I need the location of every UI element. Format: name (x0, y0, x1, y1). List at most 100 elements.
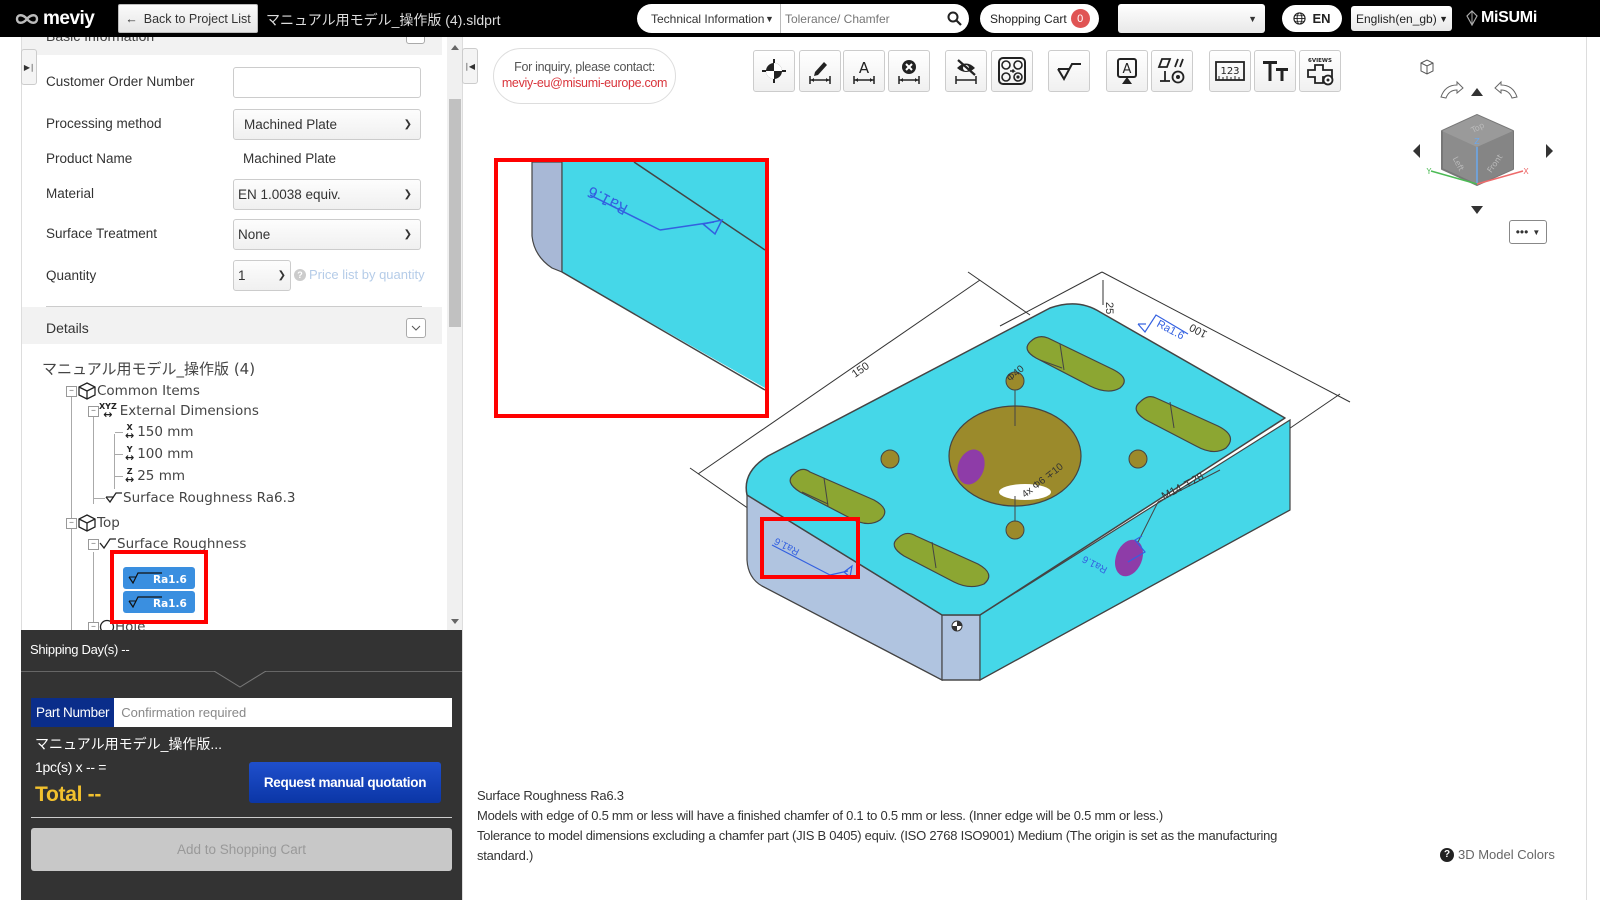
3d-model-colors-link[interactable]: ? 3D Model Colors (1440, 847, 1555, 862)
rotate-up-icon[interactable] (1471, 88, 1483, 96)
cube-icon (78, 382, 96, 400)
processing-method-select[interactable]: Machined Plate ❯ (233, 109, 421, 140)
geometric-tolerance-tool-button[interactable] (1151, 50, 1193, 92)
request-manual-quotation-button[interactable]: Request manual quotation (249, 762, 441, 803)
surface-roughness-tool-button[interactable] (1048, 50, 1090, 92)
quantity-value: 1 (238, 268, 246, 283)
collapse-icon[interactable]: – (66, 385, 77, 397)
shopping-cart-button[interactable]: Shopping Cart 0 (980, 4, 1099, 33)
inquiry-contact: For inquiry, please contact: meviy-eu@mi… (493, 48, 676, 104)
add-to-cart-button[interactable]: Add to Shopping Cart (31, 828, 452, 871)
tree-node-dim-y[interactable]: Y ↔ 100 mm (115, 446, 194, 463)
rotate-right-arrow-icon[interactable] (1546, 144, 1553, 158)
chevron-down-icon: ▼ (765, 13, 774, 24)
more-options-button[interactable]: ••• ▼ (1509, 220, 1547, 244)
details-header[interactable]: Details (22, 307, 442, 344)
text-dimension-tool-button[interactable]: A (843, 50, 885, 92)
locale-select[interactable]: English(en_gb) ▼ (1351, 6, 1452, 31)
home-view-icon[interactable] (1420, 59, 1434, 75)
tree-node-surface-roughness[interactable]: – Surface Roughness (88, 536, 246, 552)
svg-text:6VIEWS: 6VIEWS (1308, 58, 1332, 64)
tree-node-hole[interactable]: – Hole (88, 619, 145, 630)
shipping-days: Shipping Day(s) -- (30, 642, 130, 657)
3d-model[interactable]: 150 100 25 Φ40 4x Φ6 ∓10 M14 ∓28 Ra1.6 R… (680, 260, 1370, 690)
search-button[interactable] (940, 11, 969, 26)
total-price: Total -- (35, 783, 102, 806)
pencil-dimension-icon (809, 62, 831, 84)
customer-order-number-input[interactable] (233, 67, 421, 98)
basic-information-header[interactable]: Basic Information (22, 37, 442, 55)
ra-top-label: Ra1.6 (1155, 318, 1187, 342)
tree-node-dim-x[interactable]: X ↔ 150 mm (115, 423, 194, 442)
hole-label: Hole (115, 619, 146, 630)
rotate-left-icon[interactable] (1440, 80, 1464, 99)
rotate-right-icon[interactable] (1494, 80, 1518, 99)
collapse-icon[interactable]: – (66, 517, 77, 529)
collapse-icon[interactable]: – (88, 538, 99, 550)
search-category-select[interactable]: Technical Information ▼ (637, 4, 781, 33)
tree-item-ra-2[interactable]: Ra1.6 (123, 591, 195, 613)
basic-information-toggle[interactable] (406, 37, 425, 44)
chevron-down-icon: ▼ (1532, 227, 1541, 237)
material-select[interactable]: EN 1.0038 equiv. ❯ (233, 179, 421, 210)
product-name-text: Machined Plate (243, 151, 337, 166)
text-size-tool-button[interactable] (1254, 50, 1296, 92)
tree-node-dim-z[interactable]: Z ↔ 25 mm (115, 468, 185, 485)
scroll-thumb[interactable] (449, 99, 461, 327)
delete-dimension-tool-button[interactable] (888, 50, 930, 92)
expand-panel-button[interactable]: ∣◀ (462, 48, 478, 84)
navigation-cube[interactable]: Top Left Front Z Y X (1405, 55, 1565, 225)
svg-text:A: A (859, 59, 870, 77)
search-icon (947, 11, 962, 26)
common-items-label: Common Items (97, 383, 200, 399)
price-list-link[interactable]: ? Price list by quantity (294, 267, 425, 282)
x-dimension-icon: X ↔ (125, 423, 135, 442)
tree-node-external-dimensions[interactable]: – XYZ ↔ External Dimensions (88, 403, 259, 420)
tree-branch (115, 431, 123, 433)
surface-roughness-icon (105, 492, 122, 504)
tree-node-surface-roughness-common[interactable]: Surface Roughness Ra6.3 (93, 490, 295, 506)
hole-pattern-tool-button[interactable] (991, 50, 1033, 92)
ruler-tool-button[interactable]: 123 (1209, 50, 1251, 92)
tree-line (71, 391, 72, 630)
file-title: マニュアル用モデル_操作版 (4).sldprt (266, 12, 501, 28)
note-line: Tolerance to model dimensions excluding … (477, 828, 1278, 863)
tree-item-ra-1[interactable]: Ra1.6 (123, 567, 195, 589)
origin-marker-icon[interactable] (951, 620, 963, 632)
collapse-panel-button[interactable]: ▶∣ (21, 49, 37, 85)
quantity-select[interactable]: 1 ❯ (233, 260, 291, 291)
edit-dimension-tool-button[interactable] (799, 50, 841, 92)
rotate-left-arrow-icon[interactable] (1413, 144, 1420, 158)
left-panel-scrollbar[interactable] (447, 37, 462, 630)
annotation-tool-button[interactable]: A (1106, 50, 1148, 92)
tree-node-top[interactable]: – Top (66, 514, 120, 532)
inquiry-email-link[interactable]: meviy-eu@misumi-europe.com (494, 76, 675, 90)
details-toggle[interactable] (406, 318, 426, 338)
search-input[interactable] (780, 4, 940, 33)
account-select[interactable]: ▼ (1118, 4, 1265, 33)
scroll-down-arrow[interactable] (451, 619, 459, 624)
origin-tool-button[interactable] (753, 50, 795, 92)
tree-root[interactable]: マニュアル用モデル_操作版 (4) (42, 358, 255, 379)
help-icon: ? (294, 268, 306, 281)
product-name-label: Product Name (46, 151, 133, 166)
back-to-project-list-button[interactable]: ← Back to Project List (118, 4, 258, 33)
collapse-icon[interactable]: – (88, 405, 99, 417)
six-views-tool-button[interactable]: 6VIEWS (1299, 50, 1341, 92)
dim-length-label: 150 (850, 360, 872, 380)
hole-icon (99, 619, 115, 630)
pin-hole (880, 449, 900, 469)
tree-node-common-items[interactable]: – Common Items (66, 382, 200, 400)
misumi-logo[interactable]: MiSUMi (1466, 9, 1537, 27)
meviy-logo[interactable]: meviy (14, 8, 95, 30)
surface-treatment-select[interactable]: None ❯ (233, 219, 421, 250)
scroll-up-arrow[interactable] (451, 45, 459, 50)
price-calculation: 1pc(s) x -- = (35, 759, 107, 775)
hide-dimension-tool-button[interactable] (945, 50, 987, 92)
tree-root-label: マニュアル用モデル_操作版 (4) (42, 360, 256, 378)
rotate-down-icon[interactable] (1471, 206, 1483, 214)
collapse-icon[interactable]: – (88, 621, 99, 630)
language-button[interactable]: EN (1282, 5, 1342, 32)
annotation-icon: A (1117, 58, 1137, 84)
viewer-border (1586, 37, 1587, 900)
